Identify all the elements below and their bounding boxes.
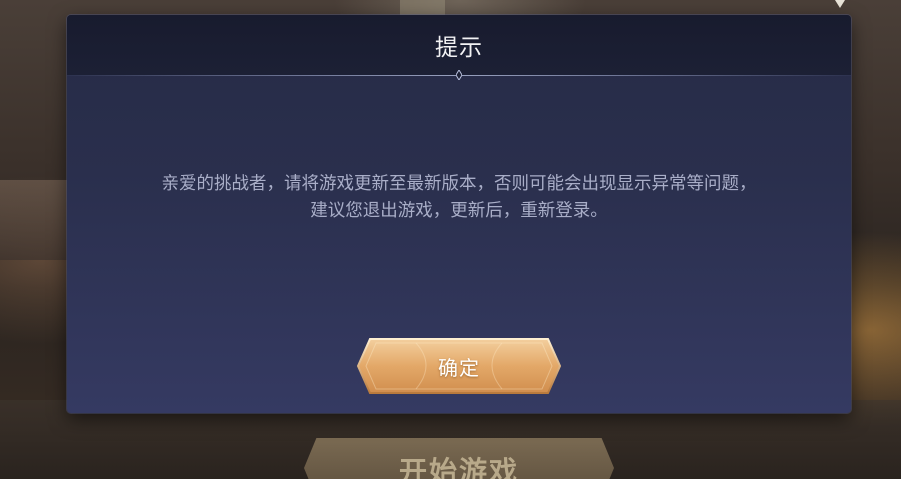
message-line: 建议您退出游戏，更新后，重新登录。 (310, 201, 608, 221)
corner-arrow-icon (835, 0, 845, 8)
background-pillar (400, 0, 445, 16)
divider-diamond-icon (456, 70, 462, 80)
confirm-button-label: 确定 (438, 355, 480, 380)
update-prompt-dialog: 提示 亲爱的挑战者，请将游戏更新至最新版本，否则可能会出现显示异常等问题， 建议… (67, 15, 851, 413)
message-line: 亲爱的挑战者，请将游戏更新至最新版本，否则可能会出现显示异常等问题， (161, 174, 757, 194)
confirm-button[interactable]: 确定 (356, 337, 562, 395)
dialog-message: 亲爱的挑战者，请将游戏更新至最新版本，否则可能会出现显示异常等问题， 建议您退出… (67, 171, 851, 225)
background-tower (0, 180, 70, 260)
start-game-label: 开始游戏 (398, 455, 519, 479)
dialog-header: 提示 (67, 15, 851, 75)
start-game-button: 开始游戏 (304, 438, 614, 479)
dialog-title: 提示 (435, 35, 483, 61)
